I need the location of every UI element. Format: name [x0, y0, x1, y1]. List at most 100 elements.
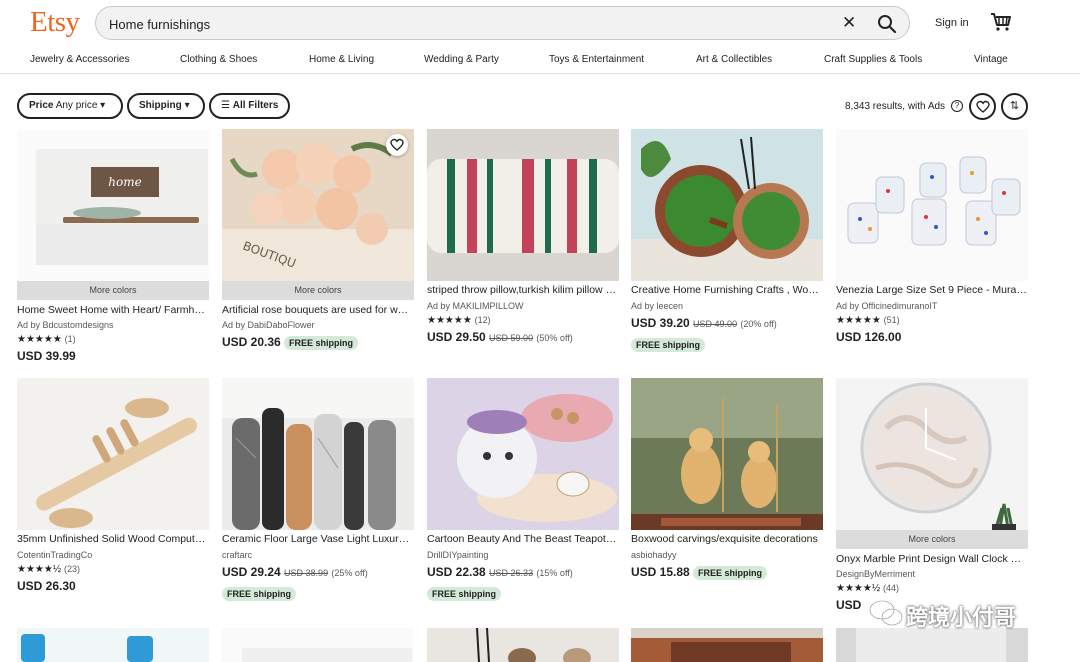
- listing-price: USD 22.38 USD 26.33 (15% off): [427, 565, 573, 579]
- listing-image[interactable]: [631, 378, 823, 530]
- listing-price: USD 29.24 USD 38.99 (25% off): [222, 565, 368, 579]
- listing-image[interactable]: [427, 628, 619, 662]
- listing-title[interactable]: Ceramic Floor Large Vase Light Luxury De…: [222, 533, 414, 545]
- shop-name[interactable]: Ad by OfficinedimuranoIT: [836, 301, 937, 311]
- all-filters-label: All Filters: [232, 100, 279, 111]
- original-price: USD 49.00: [693, 319, 738, 329]
- review-count: (1): [64, 334, 76, 344]
- header: Etsy Home furnishings ✕ Sign in: [0, 0, 1080, 46]
- listing-price: USD 39.99: [17, 349, 76, 363]
- listing-image[interactable]: home: [17, 129, 209, 281]
- stars-icon: ★★★★½: [17, 564, 62, 575]
- listing-title[interactable]: Boxwood carvings/exquisite decorations: [631, 533, 823, 545]
- more-colors-label: More colors: [17, 281, 209, 300]
- price-value: USD 22.38: [427, 565, 486, 579]
- listing-image[interactable]: [17, 378, 209, 530]
- shop-name[interactable]: DrillDIYpainting: [427, 550, 488, 560]
- listing-image[interactable]: [222, 628, 414, 662]
- listing-image[interactable]: [836, 129, 1028, 281]
- listing-title[interactable]: Venezia Large Size Set 9 Piece - Murano …: [836, 284, 1028, 296]
- free-shipping-badge: FREE shipping: [284, 336, 359, 350]
- chevron-down-icon: ▾: [184, 100, 190, 111]
- free-shipping-badge: FREE shipping: [631, 338, 705, 352]
- listing-image[interactable]: [836, 628, 1028, 662]
- shop-name[interactable]: CotentinTradingCo: [17, 550, 92, 560]
- shop-name[interactable]: asbiohadyy: [631, 550, 677, 560]
- shop-name[interactable]: Ad by DabiDaboFlower: [222, 320, 315, 330]
- discount-label: (20% off): [740, 319, 777, 329]
- nav-item-jewelry[interactable]: Jewelry & Accessories: [30, 54, 129, 65]
- watermark-text: 跨境小付哥: [906, 605, 1017, 630]
- original-price: USD 26.33: [489, 568, 534, 578]
- nav-item-clothing[interactable]: Clothing & Shoes: [180, 54, 257, 65]
- sign-in-link[interactable]: Sign in: [935, 17, 969, 29]
- listing-price: USD 29.50 USD 59.00 (50% off): [427, 330, 573, 344]
- listing-price: USD 39.20 USD 49.00 (20% off): [631, 316, 777, 330]
- svg-text:home: home: [108, 175, 141, 189]
- search-icon[interactable]: [876, 13, 898, 35]
- stars-icon: ★★★★★: [17, 334, 62, 345]
- shop-name[interactable]: DesignByMerriment: [836, 569, 915, 579]
- filter-sliders-icon: ☰: [221, 100, 230, 111]
- shipping-filter-label: Shipping: [139, 100, 182, 111]
- listing-image[interactable]: [17, 628, 209, 662]
- etsy-logo[interactable]: Etsy: [30, 6, 80, 39]
- price-value: USD 15.88: [631, 565, 690, 579]
- shop-name[interactable]: Ad by Bdcustomdesigns: [17, 320, 114, 330]
- nav-item-wedding[interactable]: Wedding & Party: [424, 54, 499, 65]
- discount-label: (50% off): [536, 333, 573, 343]
- stars-icon: ★★★★½: [836, 583, 881, 594]
- sort-arrows-icon: ⇅: [1009, 100, 1020, 112]
- stars-icon: ★★★★★: [836, 315, 881, 326]
- nav-item-home[interactable]: Home & Living: [309, 54, 374, 65]
- shop-name[interactable]: Ad by MAKILIMPILLOW: [427, 301, 524, 311]
- price-value: USD 20.36: [222, 335, 281, 349]
- search-input[interactable]: Home furnishings: [109, 17, 210, 32]
- nav-item-art[interactable]: Art & Collectibles: [696, 54, 772, 65]
- listing-image[interactable]: [222, 378, 414, 530]
- stars-icon: ★★★★★: [427, 315, 472, 326]
- nav-item-vintage[interactable]: Vintage: [974, 54, 1008, 65]
- listing-image[interactable]: [427, 378, 619, 530]
- price-filter[interactable]: Price Any price ▾: [17, 93, 123, 119]
- heart-icon: [390, 138, 404, 151]
- all-filters-button[interactable]: ☰ All Filters: [209, 93, 290, 119]
- listing-title[interactable]: Creative Home Furnishing Crafts , Wooden…: [631, 284, 823, 296]
- listing-title[interactable]: 35mm Unfinished Solid Wood Computer Desk…: [17, 533, 209, 545]
- more-colors-label: More colors: [222, 281, 414, 300]
- listing-image[interactable]: [836, 378, 1028, 530]
- favorite-search-button[interactable]: [969, 93, 996, 120]
- help-icon[interactable]: ?: [951, 100, 963, 112]
- price-value: USD 29.50: [427, 330, 486, 344]
- review-count: (51): [883, 315, 900, 325]
- price-filter-label: Price: [29, 100, 54, 111]
- shop-name[interactable]: craftarc: [222, 550, 252, 560]
- listing-price: USD 20.36 FREE shipping: [222, 335, 359, 350]
- clear-search-icon[interactable]: ✕: [842, 14, 856, 32]
- listing-title[interactable]: Onyx Marble Print Design Wall Clock Home…: [836, 553, 1028, 565]
- chevron-down-icon: ▾: [100, 100, 106, 111]
- shipping-filter[interactable]: Shipping ▾: [127, 93, 205, 119]
- listing-title[interactable]: Artificial rose bouquets are used for we…: [222, 304, 414, 316]
- listing-title[interactable]: Home Sweet Home with Heart/ Farmhouse Si…: [17, 304, 209, 316]
- cart-icon[interactable]: [990, 12, 1012, 32]
- listing-image[interactable]: [631, 628, 823, 662]
- listing-price: USD 126.00: [836, 330, 902, 344]
- listing-image[interactable]: [631, 129, 823, 281]
- listing-image[interactable]: BOUTIQU: [222, 129, 414, 281]
- listing-price: USD: [836, 598, 862, 612]
- shop-name[interactable]: Ad by leecen: [631, 301, 683, 311]
- listing-price: USD 26.30: [17, 579, 76, 593]
- favorite-button[interactable]: [386, 134, 408, 156]
- review-count: (44): [882, 583, 899, 593]
- sort-button[interactable]: ⇅: [1001, 93, 1028, 120]
- listing-title[interactable]: Cartoon Beauty And The Beast Teapot Set: [427, 533, 619, 545]
- wechat-icon: [868, 599, 904, 627]
- nav-item-toys[interactable]: Toys & Entertainment: [549, 54, 644, 65]
- price-value: USD 39.20: [631, 316, 690, 330]
- listing-image[interactable]: [427, 129, 619, 281]
- search-bar[interactable]: Home furnishings ✕: [95, 6, 910, 40]
- listing-title[interactable]: striped throw pillow,turkish kilim pillo…: [427, 284, 619, 296]
- rating-stars: ★★★★★ (1): [17, 334, 76, 345]
- nav-item-craft[interactable]: Craft Supplies & Tools: [824, 54, 922, 65]
